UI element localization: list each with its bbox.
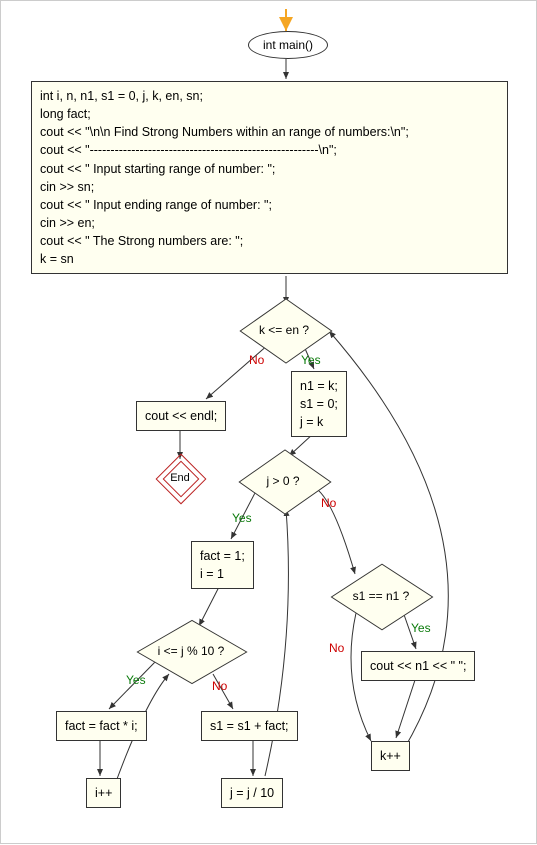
cond-j-text: j > 0 ? (243, 474, 323, 488)
init-block-text: int i, n, n1, s1 = 0, j, k, en, sn; long… (40, 89, 409, 266)
edge-label-no: No (329, 641, 344, 655)
edge-label-yes: Yes (411, 621, 431, 635)
start-node: int main() (248, 31, 328, 59)
cond-i-text: i <= j % 10 ? (141, 644, 241, 658)
fact-init-block: fact = 1; i = 1 (191, 541, 254, 589)
fact-mul-text: fact = fact * i; (65, 719, 138, 733)
cout-endl-block: cout << endl; (136, 401, 226, 431)
edge-label-no: No (249, 353, 264, 367)
fact-init-text: fact = 1; i = 1 (200, 549, 245, 581)
cout-n1-block: cout << n1 << " "; (361, 651, 475, 681)
cout-endl-text: cout << endl; (145, 409, 217, 423)
edge-label-no: No (212, 679, 227, 693)
fact-mul-block: fact = fact * i; (56, 711, 147, 741)
cout-n1-text: cout << n1 << " "; (370, 659, 466, 673)
cond-i: i <= j % 10 ? (141, 626, 241, 676)
ipp-text: i++ (95, 786, 112, 800)
s1-add-text: s1 = s1 + fact; (210, 719, 289, 733)
cond-outer-text: k <= en ? (244, 323, 324, 337)
edge-label-no: No (321, 496, 336, 510)
cond-s1: s1 == n1 ? (336, 571, 426, 621)
assign-text: n1 = k; s1 = 0; j = k (300, 379, 338, 429)
ipp-block: i++ (86, 778, 121, 808)
end-text: End (163, 472, 197, 484)
edge-label-yes: Yes (301, 353, 321, 367)
start-label: int main() (263, 38, 313, 52)
jdiv-text: j = j / 10 (230, 786, 274, 800)
edge-label-yes: Yes (126, 673, 146, 687)
cond-outer-loop: k <= en ? (244, 305, 324, 355)
s1-add-block: s1 = s1 + fact; (201, 711, 298, 741)
edge-label-yes: Yes (232, 511, 252, 525)
end-node: End (163, 461, 197, 495)
kpp-text: k++ (380, 749, 401, 763)
jdiv-block: j = j / 10 (221, 778, 283, 808)
init-block: int i, n, n1, s1 = 0, j, k, en, sn; long… (31, 81, 508, 274)
kpp-block: k++ (371, 741, 410, 771)
cond-s1-text: s1 == n1 ? (336, 589, 426, 603)
cond-j: j > 0 ? (243, 456, 323, 506)
assign-block: n1 = k; s1 = 0; j = k (291, 371, 347, 437)
